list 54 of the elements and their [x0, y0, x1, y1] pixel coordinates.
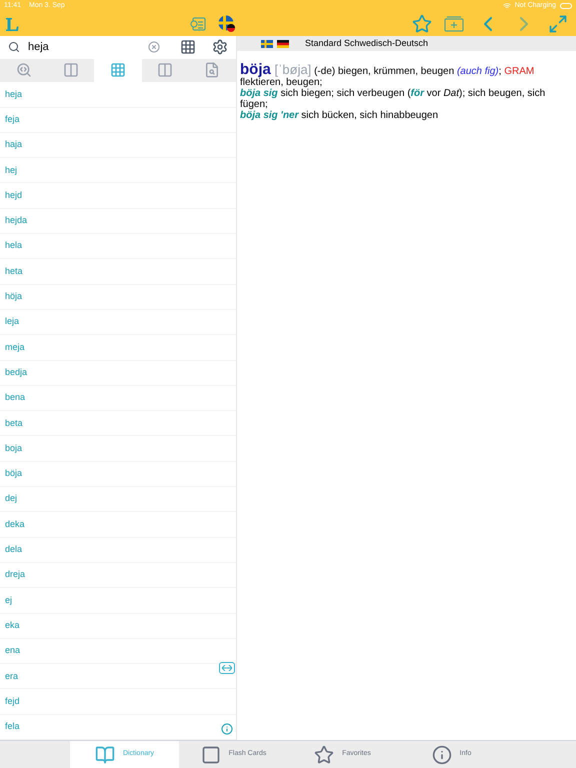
word-list-item[interactable]: bedja — [0, 360, 236, 386]
word-list-item[interactable]: ej — [0, 588, 236, 614]
logo-icon — [4, 16, 20, 32]
word-list-item[interactable]: heta — [0, 259, 236, 285]
swedish-flag-icon — [261, 40, 273, 48]
flag-switch-icon[interactable] — [218, 15, 236, 33]
document-search-icon — [204, 62, 220, 78]
expand-icon[interactable] — [548, 14, 568, 34]
word-list-item[interactable]: hejda — [0, 208, 236, 234]
word-list-item[interactable]: boja — [0, 436, 236, 462]
dictionary-title: Standard Schwedisch-Deutsch — [305, 36, 428, 50]
entry-line: böja sig sich biegen; sich verbeugen (för vor Dat); sich beugen, sich fügen; — [240, 88, 546, 110]
word-list-item[interactable]: deka — [0, 512, 236, 538]
battery-icon — [560, 3, 572, 9]
word-list-item[interactable]: dej — [0, 487, 236, 512]
add-card-icon[interactable] — [444, 16, 464, 32]
word-list-item[interactable]: bena — [0, 386, 236, 412]
wifi-icon — [502, 2, 511, 10]
word-list-item[interactable]: dela — [0, 538, 236, 563]
search-field[interactable]: heja — [28, 39, 160, 56]
grid-icon[interactable] — [180, 39, 196, 56]
columns-icon — [62, 62, 79, 78]
word-list-item[interactable]: feja — [0, 108, 236, 133]
star-icon — [314, 744, 334, 764]
word-list-item[interactable]: eka — [0, 614, 236, 639]
word-list-item[interactable]: böja — [0, 462, 236, 488]
search-icon — [8, 41, 20, 54]
magnifier-icon — [16, 62, 32, 78]
word-list-item[interactable]: meja — [0, 335, 236, 361]
word-list-item[interactable]: fejd — [0, 689, 236, 715]
word-list-item[interactable]: hej — [0, 158, 236, 184]
clear-icon[interactable] — [148, 41, 160, 54]
word-list-item[interactable]: beta — [0, 411, 236, 436]
card-icon — [200, 744, 221, 764]
word-list-item[interactable]: hela — [0, 234, 236, 260]
word-list-item[interactable]: hejd — [0, 183, 236, 209]
german-flag-icon — [277, 40, 289, 48]
word-list-item[interactable]: höja — [0, 284, 236, 310]
grid-icon — [110, 62, 126, 78]
book-icon — [94, 744, 115, 764]
word-list-item[interactable]: leja — [0, 310, 236, 336]
add-favorite-icon[interactable] — [412, 14, 432, 34]
word-list-item[interactable]: haja — [0, 132, 236, 158]
card-list-icon[interactable] — [190, 17, 206, 31]
word-list-item[interactable]: heja — [0, 82, 236, 108]
split-toggle-button[interactable] — [219, 662, 235, 674]
info-icon[interactable] — [221, 723, 233, 735]
double-arrow-icon — [222, 665, 232, 671]
columns-icon — [157, 62, 174, 78]
word-list-item[interactable]: dreja — [0, 562, 236, 588]
entry-line: böja [ˈbøja] (-de) biegen, krümmen, beugen (auch fig); GRAM flektieren, beugen; — [240, 64, 536, 88]
entry-line: böja sig 'ner sich bücken, sich hinabbeugen — [240, 110, 440, 121]
info-icon — [432, 744, 452, 764]
settings-icon[interactable] — [212, 39, 228, 56]
